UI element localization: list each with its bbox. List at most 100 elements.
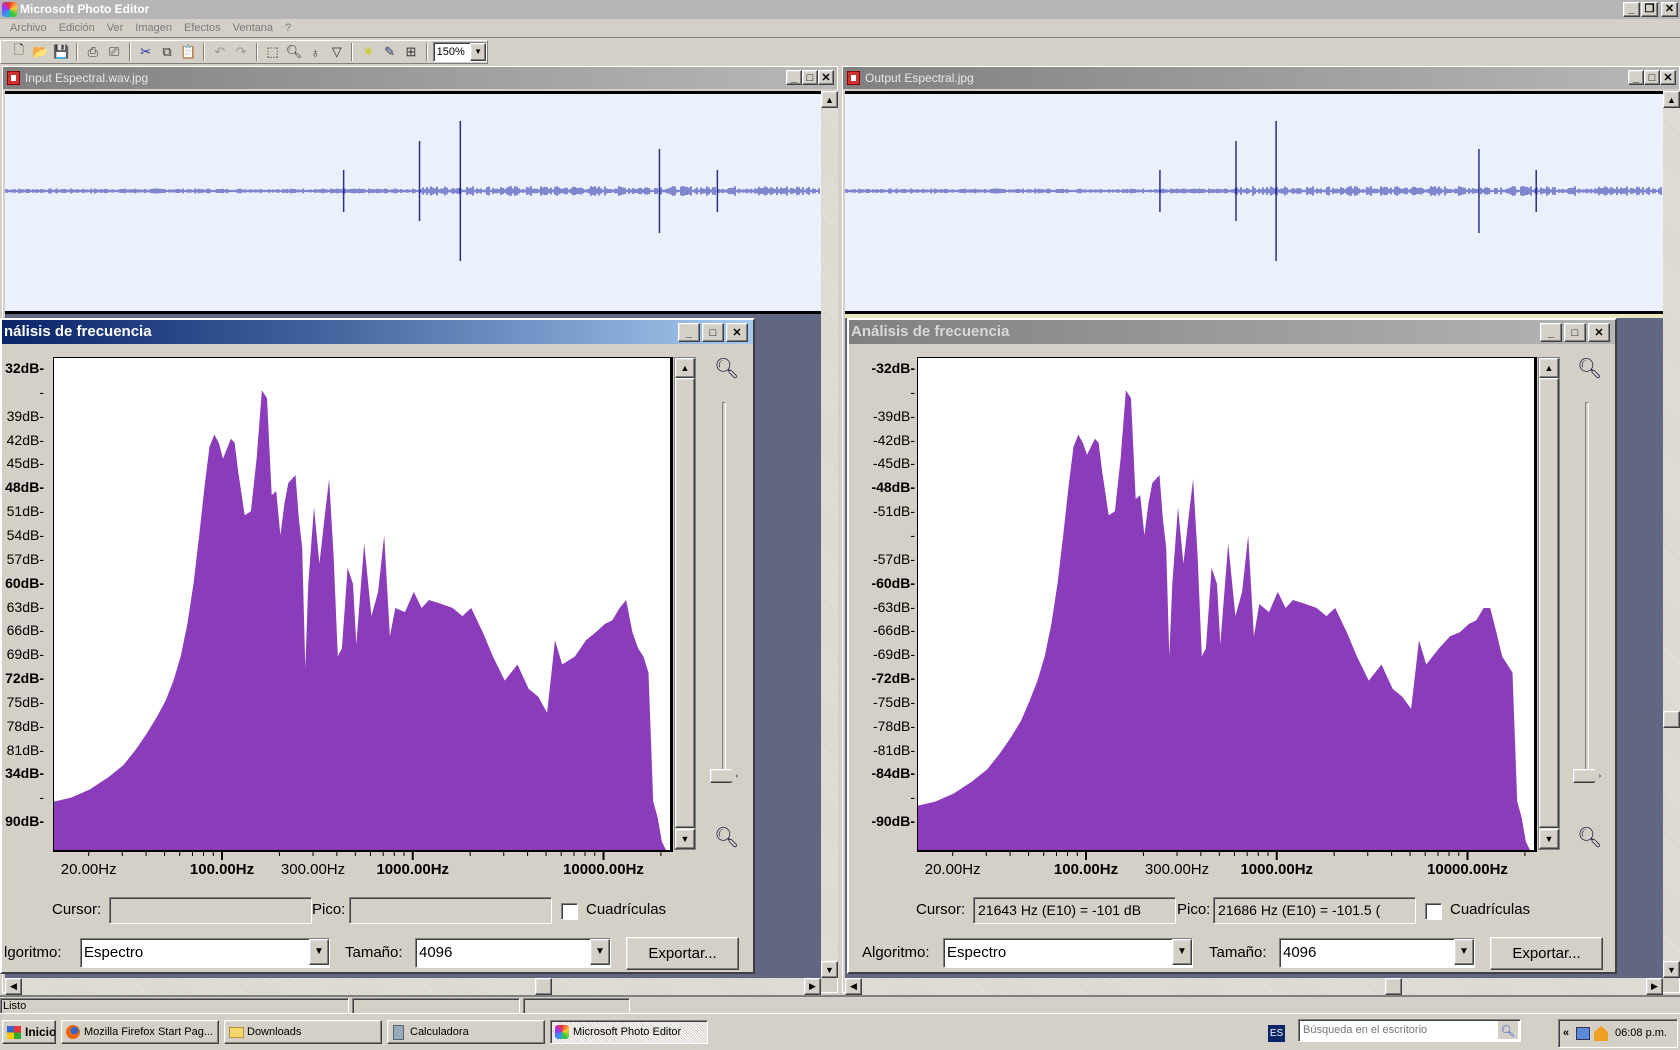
output-close-button[interactable]: ✕ [1660,70,1676,85]
freq-right-zoom-slider-thumb[interactable] [1573,769,1601,783]
output-vertical-scrollbar[interactable]: ▲ ▼ [1663,91,1680,978]
freq-left-plot-scrollbar[interactable]: ▲ ▼ [674,357,696,850]
task-downloads[interactable]: Downloads [224,1020,382,1044]
zoom-out-icon[interactable]: 🔍︎ [714,825,739,850]
task-firefox[interactable]: Mozilla Firefox Start Pag... [61,1020,219,1044]
app-restore-button[interactable]: ❐ [1641,2,1658,17]
freq-right-close-button[interactable]: ✕ [1588,323,1610,342]
freq-right-grid-checkbox[interactable] [1425,903,1442,920]
network-icon[interactable] [1576,1027,1590,1040]
scroll-up-button[interactable]: ▲ [821,91,838,108]
y-tick-label: - [910,383,915,400]
image-file-icon [7,71,20,85]
copy-icon[interactable]: ⧉ [157,42,176,62]
scroll-thumb[interactable] [535,978,552,995]
convert-icon[interactable]: ⊞ [401,42,420,62]
menu-ventana[interactable]: Ventana [227,22,279,34]
zoom-in-icon[interactable]: 🔍︎ [1577,356,1602,381]
smudge-icon[interactable]: ♁ [306,42,325,62]
scroll-down-button[interactable]: ▼ [1539,829,1559,849]
freq-left-zoom-slider-thumb[interactable] [710,769,738,783]
menu-archivo[interactable]: Archivo [4,22,53,34]
freq-left-algorithm-select[interactable]: Espectro ▼ [80,938,330,968]
save-icon[interactable]: 💾 [52,42,71,62]
output-minimize-button[interactable]: _ [1628,70,1644,85]
scroll-thumb[interactable] [1385,978,1402,995]
scroll-right-button[interactable]: ▶ [1646,978,1663,995]
app-minimize-button[interactable]: _ [1623,2,1640,17]
freq-right-plot-area[interactable] [917,357,1537,852]
input-maximize-button[interactable]: □ [802,70,818,85]
scroll-thumb[interactable] [1539,378,1559,828]
freq-right-size-select[interactable]: 4096 ▼ [1279,938,1475,968]
scroll-left-button[interactable]: ◀ [5,978,22,995]
status-text: Listo [0,998,349,1014]
task-photo-editor[interactable]: Microsoft Photo Editor [550,1020,708,1044]
freq-left-plot-area[interactable] [53,357,673,852]
freq-right-export-button[interactable]: Exportar... [1490,937,1603,970]
zoom-level-select[interactable]: 150% ▼ [432,42,488,62]
freq-right-maximize-button[interactable]: □ [1564,323,1586,342]
zoom-icon[interactable]: 🔍︎ [284,42,303,62]
menu-efectos[interactable]: Efectos [178,22,227,34]
freq-right-plot-scrollbar[interactable]: ▲ ▼ [1538,357,1560,850]
menu-ver[interactable]: Ver [101,22,130,34]
freq-right-algorithm-select[interactable]: Espectro ▼ [943,938,1193,968]
menu-edicion[interactable]: Edición [53,22,101,34]
input-close-button[interactable]: ✕ [818,70,834,85]
freq-left-export-button[interactable]: Exportar... [626,937,739,970]
desktop-search-input[interactable]: Búsqueda en el escritorio 🔍︎ [1298,1019,1521,1042]
freq-left-zoom-slider-track[interactable] [722,402,726,777]
redo-icon[interactable]: ↷ [232,42,251,62]
input-vertical-scrollbar[interactable]: ▲ ▼ [821,91,838,978]
undo-icon[interactable]: ↶ [210,42,229,62]
language-indicator[interactable]: ES [1268,1025,1285,1042]
scroll-down-button[interactable]: ▼ [821,961,838,978]
scroll-right-button[interactable]: ▶ [804,978,821,995]
scroll-left-button[interactable]: ◀ [845,978,862,995]
freq-left-grid-checkbox[interactable] [561,903,578,920]
tray-expand-button[interactable]: « [1563,1020,1569,1047]
balance-icon[interactable]: ☀ [358,42,377,62]
cut-icon[interactable]: ✂ [136,42,155,62]
input-horizontal-scrollbar[interactable]: ◀ ▶ [5,978,821,995]
freq-left-size-select[interactable]: 4096 ▼ [415,938,611,968]
chevron-down-icon[interactable]: ▼ [1454,939,1474,965]
paste-icon[interactable]: 📋 [179,42,198,62]
chevron-down-icon[interactable]: ▼ [590,939,610,965]
open-icon[interactable]: 📂 [30,42,49,62]
task-calculadora[interactable]: Calculadora [387,1020,545,1044]
output-maximize-button[interactable]: □ [1644,70,1660,85]
scroll-thumb[interactable] [675,378,695,828]
scan-icon[interactable]: ⎚ [105,42,124,62]
touchup-icon[interactable]: ✎ [380,42,399,62]
output-horizontal-scrollbar[interactable]: ◀ ▶ [845,978,1663,995]
freq-left-close-button[interactable]: ✕ [726,323,748,342]
freq-left-maximize-button[interactable]: □ [702,323,724,342]
zoom-in-icon[interactable]: 🔍︎ [714,356,739,381]
search-icon[interactable]: 🔍︎ [1498,1021,1518,1039]
scroll-thumb[interactable] [1663,711,1680,728]
security-alert-icon[interactable] [1594,1026,1608,1041]
transparency-icon[interactable]: ▽ [327,42,346,62]
scroll-up-button[interactable]: ▲ [1663,91,1680,108]
chevron-down-icon[interactable]: ▼ [470,43,487,61]
new-icon[interactable]: 🗋 [9,42,28,62]
menu-help[interactable]: ? [279,22,297,34]
scroll-down-button[interactable]: ▼ [675,829,695,849]
select-icon[interactable]: ⬚ [263,42,282,62]
input-minimize-button[interactable]: _ [786,70,802,85]
chevron-down-icon[interactable]: ▼ [1172,939,1192,965]
freq-right-zoom-slider-track[interactable] [1585,402,1589,777]
zoom-out-icon[interactable]: 🔍︎ [1577,825,1602,850]
freq-left-minimize-button[interactable]: _ [678,323,700,342]
menu-imagen[interactable]: Imagen [129,22,178,34]
chevron-down-icon[interactable]: ▼ [309,939,329,965]
start-button[interactable]: Inicio [2,1020,56,1044]
freq-right-minimize-button[interactable]: _ [1540,323,1562,342]
scroll-up-button[interactable]: ▲ [1539,358,1559,378]
scroll-down-button[interactable]: ▼ [1663,961,1680,978]
scroll-up-button[interactable]: ▲ [675,358,695,378]
app-close-button[interactable]: ✕ [1661,2,1678,17]
print-icon[interactable]: ⎙ [83,42,102,62]
